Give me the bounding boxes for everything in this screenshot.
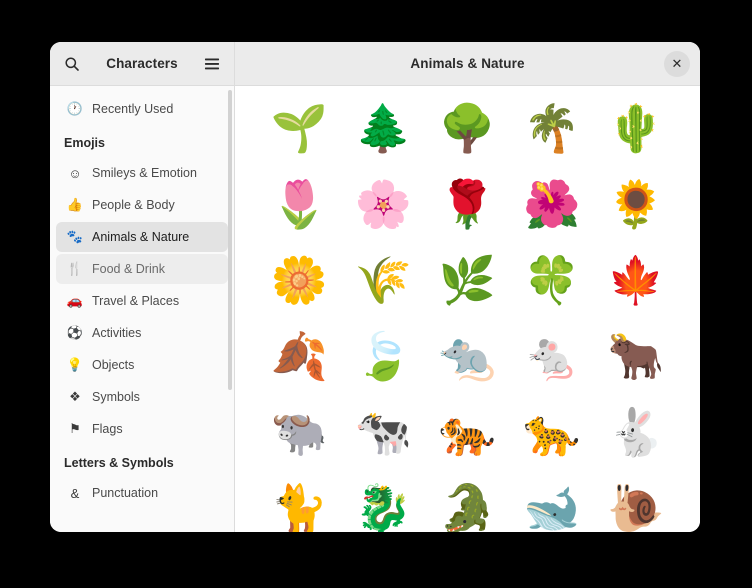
flags-icon: ⚑ bbox=[69, 421, 81, 436]
sidebar-scrollbar[interactable] bbox=[228, 90, 232, 390]
emoji-cell-dragon[interactable]: 🐉 bbox=[341, 470, 425, 532]
characters-window: Characters Animals & Nature ✕ 🕐 Recently … bbox=[50, 42, 700, 532]
content-header: Animals & Nature ✕ bbox=[235, 42, 700, 85]
emoji-cell-cactus[interactable]: 🌵 bbox=[594, 90, 678, 166]
sidebar: 🕐 Recently Used Emojis ☺ Smileys & Emotion 👍 P… bbox=[50, 86, 235, 532]
sidebar-item-label: Smileys & Emotion bbox=[92, 166, 197, 180]
smileys-emotion-icon: ☺ bbox=[68, 165, 82, 181]
sidebar-item-label: Animals & Nature bbox=[92, 230, 190, 244]
emoji-cell-herb[interactable]: 🌿 bbox=[425, 242, 509, 318]
travel-places-icon: 🚗 bbox=[66, 293, 84, 308]
page-title: Animals & Nature bbox=[410, 56, 525, 71]
emoji-cell-snail[interactable]: 🐌 bbox=[594, 470, 678, 532]
close-button[interactable]: ✕ bbox=[664, 50, 690, 77]
emoji-scroll-area[interactable]: 🌱 🌲 🌳 🌴 🌵 🌷 🌸 🌹 🌺 🌻 🌼 🌾 🌿 🍀 🍁 🍂 🍃 🐀 🐁 🐂 🐃 🐄 🐅 🐆 🐇 🐈 🐉 🐊 🐋 🐌 bbox=[235, 86, 700, 532]
emoji-cell-rose[interactable]: 🌹 bbox=[425, 166, 509, 242]
emoji-cell-hibiscus[interactable]: 🌺 bbox=[510, 166, 594, 242]
sidebar-item-label: Symbols bbox=[92, 390, 140, 404]
emoji-cell-tulip[interactable]: 🌷 bbox=[257, 166, 341, 242]
emoji-cell-deciduous-tree[interactable]: 🌳 bbox=[425, 90, 509, 166]
sidebar-item-travel-places[interactable]: 🚗 Travel & Places bbox=[56, 286, 228, 316]
sidebar-title: Characters bbox=[106, 56, 178, 71]
emoji-cell-leopard[interactable]: 🐆 bbox=[510, 394, 594, 470]
emoji-cell-rabbit[interactable]: 🐇 bbox=[594, 394, 678, 470]
emoji-cell-maple-leaf[interactable]: 🍁 bbox=[594, 242, 678, 318]
search-icon bbox=[65, 56, 79, 71]
emoji-grid: 🌱 🌲 🌳 🌴 🌵 🌷 🌸 🌹 🌺 🌻 🌼 🌾 🌿 🍀 🍁 🍂 🍃 🐀 🐁 🐂 🐃 🐄 🐅 🐆 🐇 🐈 🐉 🐊 🐋 🐌 bbox=[235, 90, 700, 532]
sidebar-item-objects[interactable]: 💡 Objects bbox=[56, 350, 228, 380]
sidebar-item-food-drink[interactable]: 🍴 Food & Drink bbox=[56, 254, 228, 284]
recently-used-icon: 🕐 bbox=[66, 101, 84, 116]
emoji-cell-palm-tree[interactable]: 🌴 bbox=[510, 90, 594, 166]
window-header-bar: Characters Animals & Nature ✕ bbox=[50, 42, 700, 86]
punctuation-icon: & bbox=[70, 485, 80, 501]
activities-icon: ⚽ bbox=[66, 325, 84, 340]
emoji-cell-mouse[interactable]: 🐁 bbox=[510, 318, 594, 394]
emoji-cell-ox[interactable]: 🐂 bbox=[594, 318, 678, 394]
emoji-cell-cat[interactable]: 🐈 bbox=[257, 470, 341, 532]
emoji-cell-rat[interactable]: 🐀 bbox=[425, 318, 509, 394]
window-body: 🕐 Recently Used Emojis ☺ Smileys & Emotion 👍 P… bbox=[50, 86, 700, 532]
emoji-cell-tiger[interactable]: 🐅 bbox=[425, 394, 509, 470]
emoji-cell-crocodile[interactable]: 🐊 bbox=[425, 470, 509, 532]
sidebar-item-label: Food & Drink bbox=[92, 262, 165, 276]
sidebar-header: Characters bbox=[50, 42, 235, 85]
sidebar-group-letters-symbols: Letters & Symbols bbox=[64, 456, 174, 470]
sidebar-group-emojis: Emojis bbox=[64, 136, 105, 150]
sidebar-item-flags[interactable]: ⚑ Flags bbox=[56, 414, 228, 444]
objects-icon: 💡 bbox=[66, 357, 84, 372]
emoji-cell-seedling[interactable]: 🌱 bbox=[257, 90, 341, 166]
sidebar-item-symbols[interactable]: ❖ Symbols bbox=[56, 382, 228, 412]
emoji-cell-sunflower[interactable]: 🌻 bbox=[594, 166, 678, 242]
emoji-cell-water-buffalo[interactable]: 🐃 bbox=[257, 394, 341, 470]
emoji-cell-leaf-fluttering-in-wind[interactable]: 🍃 bbox=[341, 318, 425, 394]
emoji-cell-four-leaf-clover[interactable]: 🍀 bbox=[510, 242, 594, 318]
sidebar-item-label: Travel & Places bbox=[92, 294, 180, 308]
sidebar-item-label: Flags bbox=[92, 422, 123, 436]
sidebar-list: 🕐 Recently Used Emojis ☺ Smileys & Emotion 👍 P… bbox=[50, 94, 234, 508]
sidebar-item-activities[interactable]: ⚽ Activities bbox=[56, 318, 228, 348]
food-drink-icon: 🍴 bbox=[66, 261, 84, 276]
hamburger-menu-icon bbox=[205, 58, 219, 69]
sidebar-item-people-body[interactable]: 👍 People & Body bbox=[56, 190, 228, 220]
sidebar-item-label: Punctuation bbox=[92, 486, 159, 500]
people-body-icon: 👍 bbox=[66, 197, 84, 212]
emoji-cell-cherry-blossom[interactable]: 🌸 bbox=[341, 166, 425, 242]
sidebar-item-label: Objects bbox=[92, 358, 135, 372]
emoji-cell-evergreen-tree[interactable]: 🌲 bbox=[341, 90, 425, 166]
emoji-cell-cow[interactable]: 🐄 bbox=[341, 394, 425, 470]
emoji-cell-whale[interactable]: 🐋 bbox=[510, 470, 594, 532]
sidebar-item-recently-used[interactable]: 🕐 Recently Used bbox=[56, 94, 228, 124]
sidebar-item-punctuation[interactable]: & Punctuation bbox=[56, 478, 228, 508]
sidebar-item-label: People & Body bbox=[92, 198, 175, 212]
symbols-icon: ❖ bbox=[69, 389, 81, 404]
sidebar-item-label: Activities bbox=[92, 326, 142, 340]
search-button[interactable] bbox=[56, 48, 88, 80]
emoji-cell-blossom[interactable]: 🌼 bbox=[257, 242, 341, 318]
main-menu-button[interactable] bbox=[196, 48, 228, 80]
sidebar-item-animals-nature[interactable]: 🐾 Animals & Nature bbox=[56, 222, 228, 252]
sidebar-item-label: Recently Used bbox=[92, 102, 174, 116]
close-icon: ✕ bbox=[671, 56, 683, 71]
sidebar-item-smileys-emotion[interactable]: ☺ Smileys & Emotion bbox=[56, 158, 228, 188]
emoji-cell-sheaf-of-rice[interactable]: 🌾 bbox=[341, 242, 425, 318]
emoji-cell-fallen-leaf[interactable]: 🍂 bbox=[257, 318, 341, 394]
animals-nature-icon: 🐾 bbox=[66, 229, 84, 244]
